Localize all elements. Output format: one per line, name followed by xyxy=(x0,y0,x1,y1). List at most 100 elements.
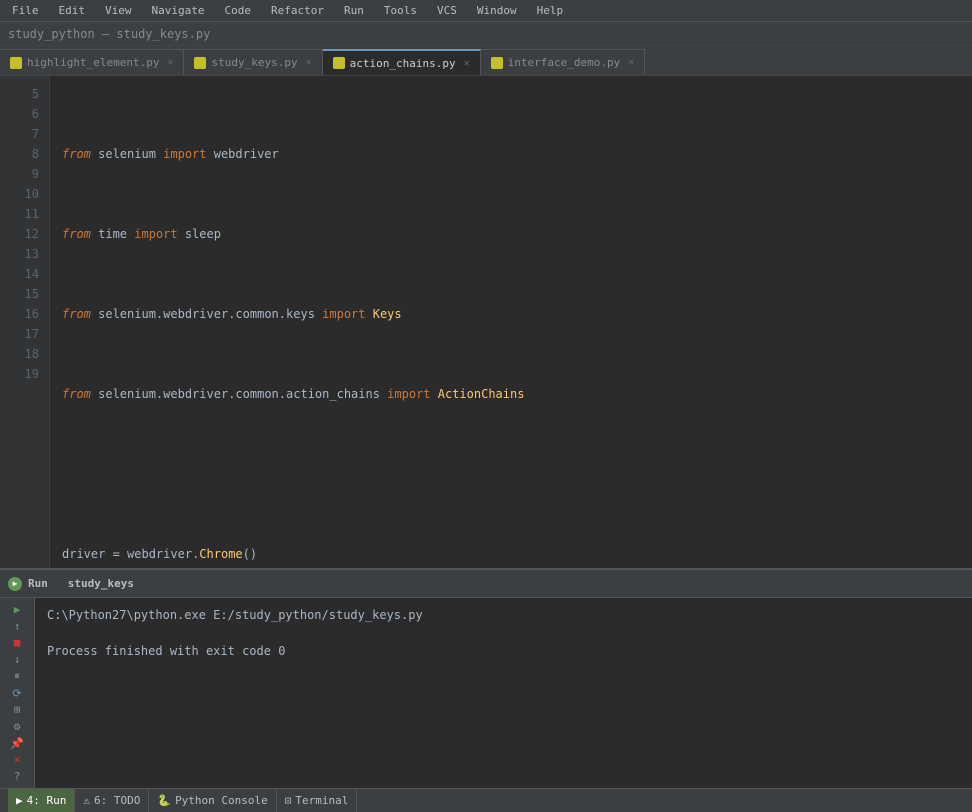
menu-code[interactable]: Code xyxy=(220,2,255,19)
token-import-7: import xyxy=(322,304,373,324)
settings-button[interactable]: ⚙ xyxy=(6,719,28,734)
line-num-16: 16 xyxy=(0,304,49,324)
menu-view[interactable]: View xyxy=(101,2,136,19)
token-cls-7: Keys xyxy=(373,304,402,324)
title-bar: study_python – study_keys.py xyxy=(0,22,972,46)
token-val-6: sleep xyxy=(185,224,221,244)
tab-close-action-chains[interactable]: ✕ xyxy=(464,58,470,69)
token-import-6: import xyxy=(134,224,185,244)
line-num-5: 5 xyxy=(0,84,49,104)
token-paren-10: () xyxy=(243,544,257,564)
token-var-10a: driver xyxy=(62,544,113,564)
code-line-5: from selenium import webdriver xyxy=(62,144,960,164)
up-arrow-button[interactable]: ↑ xyxy=(6,619,28,634)
token-dot-8c: . xyxy=(279,384,286,404)
tab-label-action-chains: action_chains.py xyxy=(350,57,456,70)
line-num-10: 10 xyxy=(0,184,49,204)
menu-refactor[interactable]: Refactor xyxy=(267,2,328,19)
code-line-8: from selenium.webdriver.common.action_ch… xyxy=(62,384,960,404)
run-tab-label: study_keys xyxy=(68,577,134,590)
tab-action-chains[interactable]: action_chains.py ✕ xyxy=(323,49,481,75)
status-python-console[interactable]: 🐍 Python Console xyxy=(149,789,276,812)
code-editor[interactable]: from selenium import webdriver from time… xyxy=(50,76,972,568)
line-num-7: 7 xyxy=(0,124,49,144)
token-from-8: from xyxy=(62,384,98,404)
line-numbers: 5 6 7 8 9 10 11 12 13 14 15 16 17 18 19 xyxy=(0,76,50,568)
python-console-label: Python Console xyxy=(175,794,268,807)
menu-help[interactable]: Help xyxy=(533,2,568,19)
output-command-line: C:\Python27\python.exe E:/study_python/s… xyxy=(47,606,960,624)
todo-icon: ⚠ xyxy=(83,794,90,807)
python-console-icon: 🐍 xyxy=(157,794,171,807)
tab-close-highlight[interactable]: ✕ xyxy=(167,57,173,68)
token-mod-7d: keys xyxy=(286,304,322,324)
run-toolbar: ▶ ↑ ■ ↓ ⏸ ⟳ ⊞ ⚙ 📌 ✕ ? xyxy=(0,598,35,788)
pause-button[interactable]: ⏸ xyxy=(6,669,28,684)
token-eq-10: = xyxy=(113,544,127,564)
line-num-13: 13 xyxy=(0,244,49,264)
status-todo[interactable]: ⚠ 6: TODO xyxy=(75,789,149,812)
stop-button[interactable]: ■ xyxy=(6,635,28,650)
tab-close-interface-demo[interactable]: ✕ xyxy=(628,57,634,68)
status-bar: ▶ 4: Run ⚠ 6: TODO 🐍 Python Console ⊡ Te… xyxy=(0,788,972,812)
tab-study-keys[interactable]: study_keys.py ✕ xyxy=(184,49,322,75)
line-num-18: 18 xyxy=(0,344,49,364)
menu-edit[interactable]: Edit xyxy=(55,2,90,19)
editor-container: 5 6 7 8 9 10 11 12 13 14 15 16 17 18 19 … xyxy=(0,76,972,568)
scroll-button[interactable]: ⊞ xyxy=(6,702,28,717)
down-arrow-button[interactable]: ↓ xyxy=(6,652,28,667)
run-icon-symbol: ▶ xyxy=(13,579,18,588)
token-from-7: from xyxy=(62,304,98,324)
status-run[interactable]: ▶ 4: Run xyxy=(8,789,75,812)
tab-highlight-element[interactable]: highlight_element.py ✕ xyxy=(0,49,184,75)
token-import-8: import xyxy=(387,384,438,404)
current-file: study_keys.py xyxy=(116,27,210,41)
project-name: study_python xyxy=(8,27,95,41)
menu-window[interactable]: Window xyxy=(473,2,521,19)
token-mod-8c: common xyxy=(235,384,278,404)
run-output[interactable]: C:\Python27\python.exe E:/study_python/s… xyxy=(35,598,972,788)
tab-interface-demo[interactable]: interface_demo.py ✕ xyxy=(481,49,646,75)
help-button[interactable]: ? xyxy=(6,769,28,784)
menu-run[interactable]: Run xyxy=(340,2,368,19)
token-mod-7b: webdriver xyxy=(163,304,228,324)
tab-close-study-keys[interactable]: ✕ xyxy=(306,57,312,68)
token-val-5: webdriver xyxy=(214,144,279,164)
token-import-5: import xyxy=(163,144,214,164)
play-button[interactable]: ▶ xyxy=(6,602,28,617)
run-panel: ▶ Run study_keys ▶ ↑ ■ ↓ ⏸ ⟳ ⊞ ⚙ 📌 ✕ ? C… xyxy=(0,568,972,788)
menu-file[interactable]: File xyxy=(8,2,43,19)
run-label: Run xyxy=(28,577,48,590)
token-dot-10: . xyxy=(192,544,199,564)
token-mod-5: selenium xyxy=(98,144,163,164)
terminal-label: Terminal xyxy=(295,794,348,807)
token-from-5: from xyxy=(62,144,98,164)
token-mod-8a: selenium xyxy=(98,384,156,404)
token-mod-7c: common xyxy=(235,304,278,324)
token-mod-8d: action_chains xyxy=(286,384,387,404)
run-panel-title: Run study_keys xyxy=(28,577,134,590)
run-status-icon-bar: ▶ xyxy=(16,794,23,807)
menu-vcs[interactable]: VCS xyxy=(433,2,461,19)
tab-bar: highlight_element.py ✕ study_keys.py ✕ a… xyxy=(0,46,972,76)
token-mod-7a: selenium xyxy=(98,304,156,324)
status-terminal[interactable]: ⊡ Terminal xyxy=(277,789,358,812)
token-func-10: Chrome xyxy=(199,544,242,564)
run-content: ▶ ↑ ■ ↓ ⏸ ⟳ ⊞ ⚙ 📌 ✕ ? C:\Python27\python… xyxy=(0,598,972,788)
token-mod-8b: webdriver xyxy=(163,384,228,404)
delete-button[interactable]: ✕ xyxy=(6,753,28,768)
token-dot-8a: . xyxy=(156,384,163,404)
pin-button[interactable]: 📌 xyxy=(6,736,28,751)
todo-label: 6: TODO xyxy=(94,794,140,807)
token-from-6: from xyxy=(62,224,98,244)
rerun-button[interactable]: ⟳ xyxy=(6,686,28,701)
tab-label-interface-demo: interface_demo.py xyxy=(508,56,621,69)
menu-bar: File Edit View Navigate Code Refactor Ru… xyxy=(0,0,972,22)
token-mod-10: webdriver xyxy=(127,544,192,564)
menu-navigate[interactable]: Navigate xyxy=(148,2,209,19)
token-dot-7a: . xyxy=(156,304,163,324)
title-separator: – xyxy=(102,27,116,41)
line-num-17: 17 xyxy=(0,324,49,344)
menu-tools[interactable]: Tools xyxy=(380,2,421,19)
token-dot-7b: . xyxy=(228,304,235,324)
